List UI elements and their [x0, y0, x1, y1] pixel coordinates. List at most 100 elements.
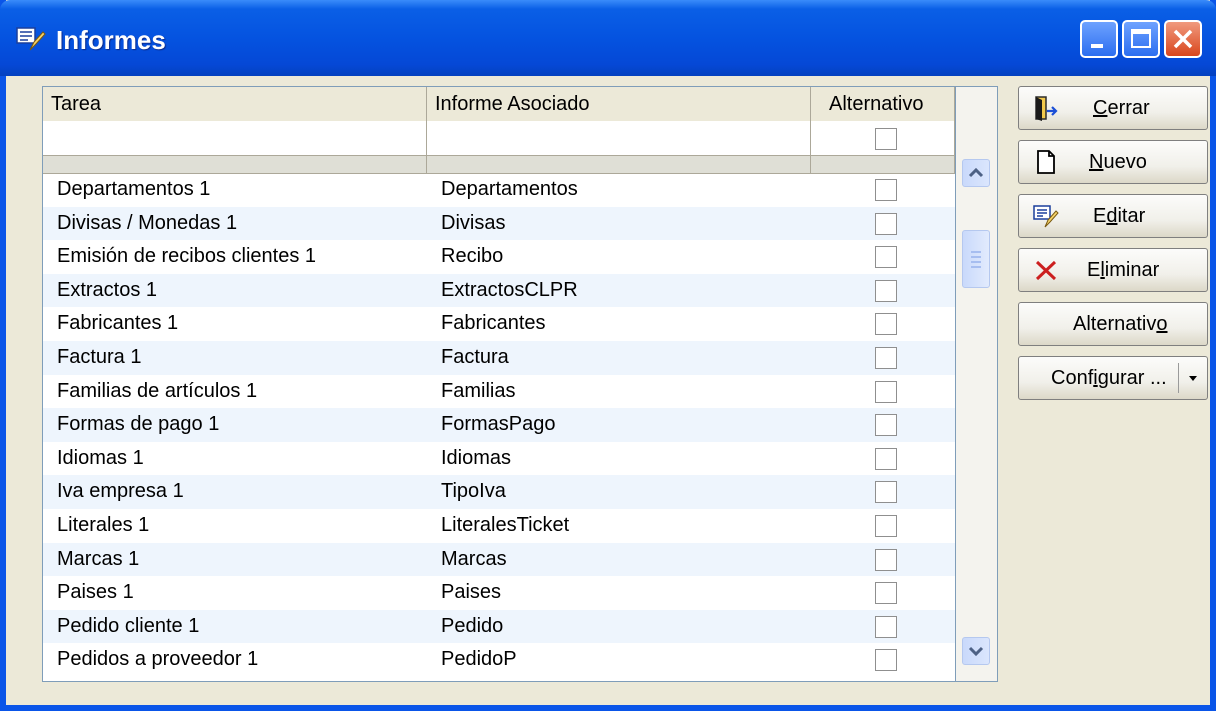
edit-report-icon — [1033, 205, 1059, 228]
alternativo-label: Alternativo — [1073, 303, 1168, 345]
alternativo-checkbox[interactable] — [875, 447, 897, 470]
cell-informe: LiteralesTicket — [441, 514, 570, 536]
alternativo-checkbox[interactable] — [875, 481, 897, 504]
alternativo-checkbox[interactable] — [875, 615, 897, 638]
table-row[interactable]: Extractos 1 ExtractosCLPR — [43, 273, 955, 308]
window-title: Informes — [56, 25, 166, 55]
label-part: gurar ... — [1097, 367, 1167, 389]
table-row[interactable]: Familias de artículos 1 Familias — [43, 375, 955, 409]
scroll-down-button[interactable] — [962, 637, 990, 665]
cell-tarea: Iva empresa 1 — [57, 480, 184, 503]
label-part: iminar — [1104, 259, 1160, 281]
reports-grid[interactable]: Tarea Informe Asociado Alternativo Depar… — [42, 86, 956, 682]
alternativo-checkbox[interactable] — [875, 380, 897, 403]
accelerator-key: N — [1089, 151, 1104, 173]
label-part: E — [1093, 205, 1107, 227]
accelerator-key: o — [1156, 313, 1168, 335]
alternativo-checkbox[interactable] — [875, 212, 897, 235]
band-cell — [427, 156, 811, 173]
label-part: E — [1087, 259, 1101, 281]
column-header-tarea[interactable]: Tarea — [43, 87, 427, 121]
table-row[interactable]: Emisión de recibos clientes 1 Recibo — [43, 240, 955, 274]
grid-header: Tarea Informe Asociado Alternativo — [43, 87, 955, 122]
cell-tarea: Formas de pago 1 — [57, 413, 220, 436]
cell-informe: Familias — [441, 379, 516, 402]
cell-informe: Idiomas — [441, 446, 512, 469]
column-header-informe-asociado[interactable]: Informe Asociado — [427, 87, 811, 121]
cell-tarea: Divisas / Monedas 1 — [57, 211, 238, 234]
table-row[interactable]: Paises 1 Paises — [43, 576, 955, 610]
alternativo-checkbox[interactable] — [875, 347, 897, 369]
label-part: Alternativ — [1073, 313, 1157, 335]
dropdown-arrow-icon[interactable] — [1183, 372, 1203, 386]
cell-informe: Paises — [441, 581, 502, 604]
table-row[interactable]: Fabricantes 1 Fabricantes — [43, 307, 955, 341]
maximize-button[interactable] — [1122, 20, 1160, 58]
table-row[interactable]: Pedido cliente 1 Pedido — [43, 609, 955, 644]
scroll-thumb[interactable] — [962, 230, 990, 288]
cell-informe: Recibo — [441, 245, 504, 268]
report-edit-icon — [16, 27, 46, 51]
cell-tarea: Extractos 1 — [57, 278, 158, 301]
cell-tarea: Departamentos 1 — [57, 178, 211, 200]
alternativo-checkbox[interactable] — [875, 179, 897, 201]
cell-tarea: Literales 1 — [57, 514, 150, 536]
alternativo-checkbox[interactable] — [875, 582, 897, 605]
table-row[interactable]: Idiomas 1 Idiomas — [43, 442, 955, 476]
grip-line — [971, 266, 981, 268]
filter-informe[interactable] — [427, 121, 811, 155]
alternativo-checkbox[interactable] — [875, 246, 897, 269]
label-part: itar — [1117, 205, 1146, 227]
column-header-alternativo[interactable]: Alternativo — [811, 87, 955, 121]
informes-window: Informes Tarea Informe Asociado Alternat… — [0, 0, 1216, 711]
cerrar-label: Cerrar — [1093, 87, 1150, 129]
table-row[interactable]: Departamentos 1 Departamentos — [43, 173, 955, 207]
alternativo-checkbox[interactable] — [875, 649, 897, 672]
grip-line — [971, 261, 981, 263]
cell-tarea: Emisión de recibos clientes 1 — [57, 245, 317, 268]
cell-informe: Departamentos — [441, 178, 578, 200]
eliminar-button[interactable]: Eliminar — [1018, 248, 1208, 292]
cell-tarea: Pedido cliente 1 — [57, 614, 200, 637]
table-row[interactable]: Divisas / Monedas 1 Divisas — [43, 206, 955, 241]
minimize-button[interactable] — [1080, 20, 1118, 58]
cell-informe: Marcas — [441, 547, 507, 570]
alternativo-checkbox[interactable] — [875, 515, 897, 537]
editar-button[interactable]: Editar — [1018, 194, 1208, 238]
accelerator-key: d — [1106, 205, 1118, 227]
alternativo-checkbox[interactable] — [875, 414, 897, 437]
label-part: uevo — [1103, 151, 1147, 173]
alternativo-checkbox[interactable] — [875, 313, 897, 336]
configurar-split-button[interactable]: Configurar ... — [1018, 356, 1208, 400]
cell-informe: PedidoP — [441, 648, 517, 671]
vertical-scrollbar[interactable] — [956, 86, 998, 682]
cell-tarea: Pedidos a proveedor 1 — [57, 648, 259, 671]
cerrar-button[interactable]: Cerrar — [1018, 86, 1208, 130]
cell-informe: ExtractosCLPR — [441, 278, 578, 301]
label-part: errar — [1107, 97, 1150, 119]
maximize-icon — [1131, 29, 1151, 48]
table-row[interactable]: Literales 1 LiteralesTicket — [43, 509, 955, 543]
new-document-icon — [1037, 150, 1055, 174]
table-row[interactable]: Formas de pago 1 FormasPago — [43, 408, 955, 442]
close-button[interactable] — [1164, 20, 1202, 58]
filter-tarea[interactable] — [43, 121, 427, 155]
table-row[interactable]: Iva empresa 1 TipoIva — [43, 475, 955, 509]
table-row[interactable]: Factura 1 Factura — [43, 341, 955, 375]
title-bar[interactable]: Informes — [0, 0, 1216, 76]
table-row[interactable]: Marcas 1 Marcas — [43, 542, 955, 577]
cell-tarea: Familias de artículos 1 — [57, 379, 258, 402]
nuevo-label: Nuevo — [1089, 141, 1147, 183]
eliminar-label: Eliminar — [1087, 249, 1159, 291]
table-row[interactable]: Pedidos a proveedor 1 PedidoP — [43, 643, 955, 677]
grip-line — [971, 256, 981, 258]
cell-tarea: Marcas 1 — [57, 547, 140, 570]
grip-line — [971, 251, 981, 253]
alternativo-checkbox[interactable] — [875, 548, 897, 571]
alternativo-checkbox[interactable] — [875, 279, 897, 302]
scroll-up-button[interactable] — [962, 159, 990, 187]
nuevo-button[interactable]: Nuevo — [1018, 140, 1208, 184]
editar-label: Editar — [1093, 195, 1145, 237]
filter-alternativo-checkbox[interactable] — [875, 128, 897, 150]
alternativo-button[interactable]: Alternativo — [1018, 302, 1208, 346]
